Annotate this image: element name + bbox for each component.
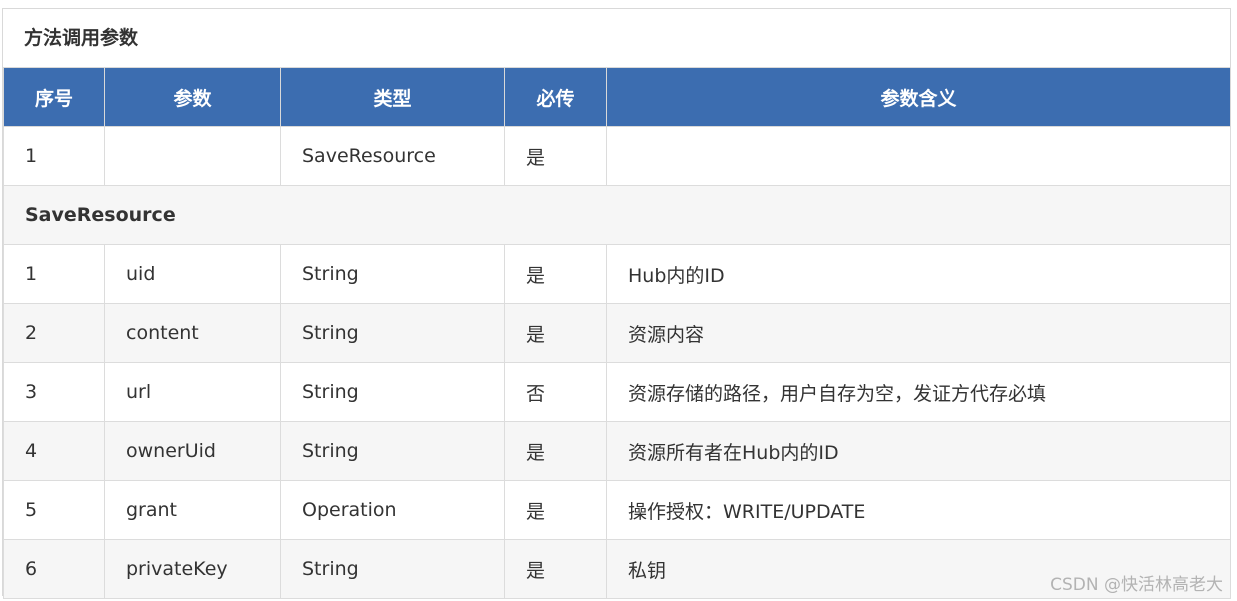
header-required: 必传 — [504, 67, 607, 127]
cell-required: 是 — [504, 421, 607, 481]
cell-no: 3 — [3, 362, 105, 422]
cell-desc — [606, 126, 1231, 186]
csdn-watermark: CSDN @快活林高老大 — [1050, 575, 1223, 595]
group-label: SaveResource — [3, 185, 1231, 245]
params-table: 序号 参数 类型 必传 参数含义 1 SaveResource 是 SaveRe… — [3, 67, 1231, 599]
cell-param — [104, 126, 281, 186]
header-desc: 参数含义 — [606, 67, 1231, 127]
cell-required: 是 — [504, 303, 607, 363]
cell-type: SaveResource — [280, 126, 505, 186]
cell-required: 是 — [504, 480, 607, 540]
cell-no: 4 — [3, 421, 105, 481]
cell-param: content — [104, 303, 281, 363]
cell-no: 1 — [3, 126, 105, 186]
cell-type: String — [280, 362, 505, 422]
cell-param: uid — [104, 244, 281, 304]
cell-desc: Hub内的ID — [606, 244, 1231, 304]
cell-type: String — [280, 244, 505, 304]
cell-required: 是 — [504, 244, 607, 304]
header-param: 参数 — [104, 67, 281, 127]
cell-param: grant — [104, 480, 281, 540]
table-row: 1 uid String 是 Hub内的ID — [3, 244, 1231, 304]
table-row: 4 ownerUid String 是 资源所有者在Hub内的ID — [3, 421, 1231, 481]
cell-type: String — [280, 421, 505, 481]
cell-no: 2 — [3, 303, 105, 363]
table-row: 5 grant Operation 是 操作授权：WRITE/UPDATE — [3, 480, 1231, 540]
cell-desc: 操作授权：WRITE/UPDATE — [606, 480, 1231, 540]
cell-type: String — [280, 539, 505, 599]
table-row: 3 url String 否 资源存储的路径，用户自存为空，发证方代存必填 — [3, 362, 1231, 422]
table-caption: 方法调用参数 — [3, 9, 1230, 67]
header-type: 类型 — [280, 67, 505, 127]
cell-no: 5 — [3, 480, 105, 540]
group-row: SaveResource — [3, 185, 1231, 245]
table-row: 1 SaveResource 是 — [3, 126, 1231, 186]
table-row: 6 privateKey String 是 私钥 — [3, 539, 1231, 599]
header-row: 序号 参数 类型 必传 参数含义 — [3, 67, 1231, 127]
cell-no: 1 — [3, 244, 105, 304]
header-no: 序号 — [3, 67, 105, 127]
table-row: 2 content String 是 资源内容 — [3, 303, 1231, 363]
cell-desc: 资源内容 — [606, 303, 1231, 363]
cell-desc: 资源所有者在Hub内的ID — [606, 421, 1231, 481]
cell-param: url — [104, 362, 281, 422]
cell-type: Operation — [280, 480, 505, 540]
cell-no: 6 — [3, 539, 105, 599]
cell-desc: 资源存储的路径，用户自存为空，发证方代存必填 — [606, 362, 1231, 422]
params-table-panel: 方法调用参数 序号 参数 类型 必传 参数含义 1 SaveResource 是 — [2, 8, 1231, 599]
cell-required: 否 — [504, 362, 607, 422]
cell-param: ownerUid — [104, 421, 281, 481]
cell-type: String — [280, 303, 505, 363]
cell-required: 是 — [504, 126, 607, 186]
cell-required: 是 — [504, 539, 607, 599]
cell-param: privateKey — [104, 539, 281, 599]
